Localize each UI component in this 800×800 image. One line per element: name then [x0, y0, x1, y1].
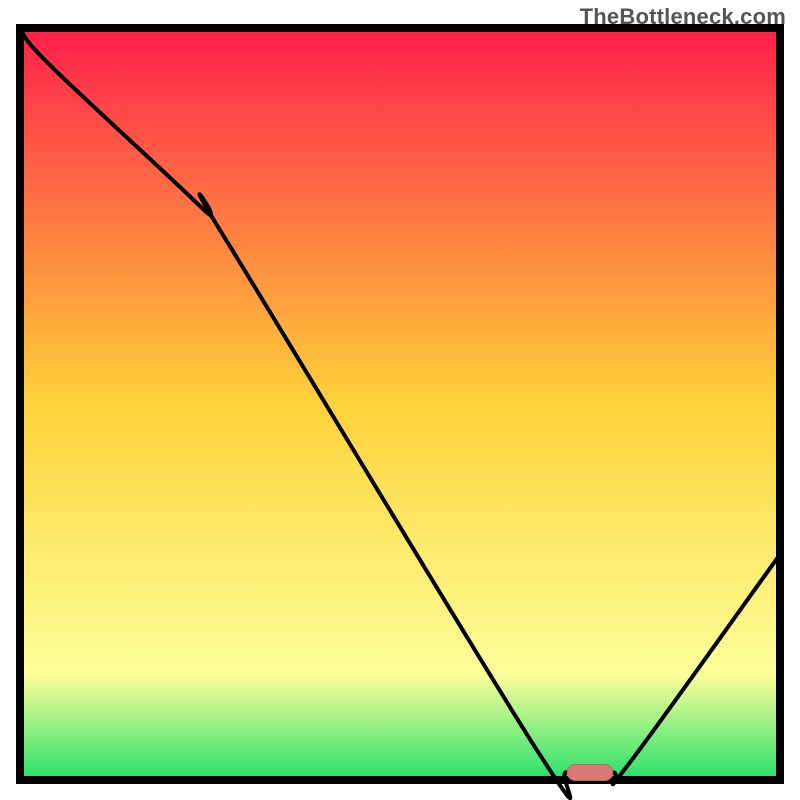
optimal-marker — [567, 764, 613, 780]
plot-background — [20, 28, 780, 780]
watermark-label: TheBottleneck.com — [580, 4, 786, 30]
chart-frame: TheBottleneck.com — [0, 0, 800, 800]
bottleneck-chart — [0, 0, 800, 800]
